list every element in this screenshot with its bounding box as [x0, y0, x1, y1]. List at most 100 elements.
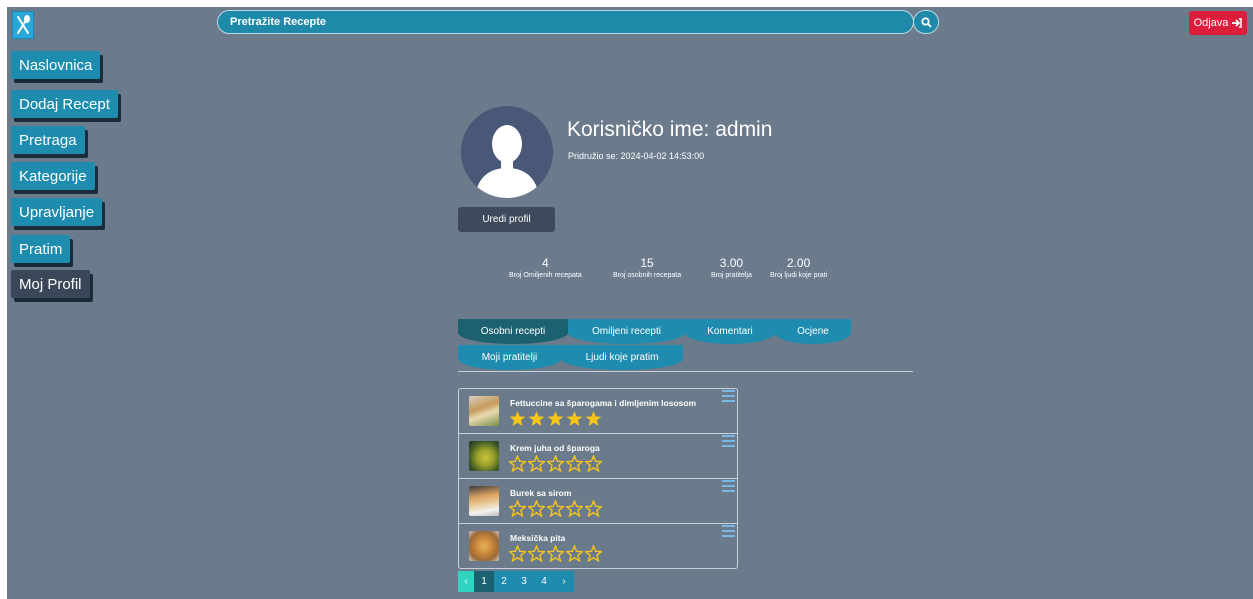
star-empty-icon[interactable]: [509, 545, 526, 562]
sidebar-item-upravljanje[interactable]: Upravljanje: [11, 198, 103, 226]
logo[interactable]: [12, 11, 34, 39]
logout-label: Odjava: [1193, 17, 1229, 29]
stat-label: Broj pratitelja: [711, 272, 752, 279]
star-empty-icon[interactable]: [547, 545, 564, 562]
stat-label: Broj osobnih recepata: [613, 272, 682, 279]
app-frame: Pretražite Recepte Odjava Naslovnica Dod…: [7, 7, 1253, 599]
list-item[interactable]: Fettuccine sa šparogama i dimljenim loso…: [459, 389, 737, 434]
sidebar-item-moj-profil[interactable]: Moj Profil: [11, 270, 90, 298]
stat-value: 2.00: [786, 256, 811, 270]
stat-favorite-recipes: 4 Broj Omiljenih recepata: [509, 256, 582, 279]
rating-stars: [509, 545, 602, 562]
tab-label: Ljudi koje pratim: [585, 352, 659, 363]
star-empty-icon[interactable]: [585, 500, 602, 517]
star-filled-icon[interactable]: [528, 410, 545, 427]
tab-komentari[interactable]: Komentari: [685, 319, 775, 344]
star-empty-icon[interactable]: [566, 455, 583, 472]
recipe-title: Meksička pita: [510, 533, 566, 543]
tab-label: Komentari: [707, 326, 753, 337]
pagination-next[interactable]: ›: [554, 571, 574, 592]
stat-following: 2.00 Broj ljudi koje prati: [770, 256, 827, 279]
recipe-title: Krem juha od šparoga: [510, 443, 600, 453]
star-empty-icon[interactable]: [585, 455, 602, 472]
recipe-thumbnail: [469, 531, 499, 561]
star-empty-icon[interactable]: [547, 455, 564, 472]
user-silhouette-icon: [475, 125, 539, 198]
sidebar-item-pratim[interactable]: Pratim: [11, 235, 71, 263]
rating-stars: [509, 500, 602, 517]
search-input[interactable]: Pretražite Recepte: [217, 10, 914, 34]
star-filled-icon[interactable]: [585, 410, 602, 427]
pagination-page[interactable]: 4: [534, 571, 554, 592]
page-title: Korisničko ime: admin: [567, 118, 773, 141]
stat-value: 4: [542, 256, 549, 270]
edit-profile-button[interactable]: Uredi profil: [458, 207, 555, 232]
sidebar-item-label: Pretraga: [19, 131, 77, 149]
search-icon: [920, 16, 932, 28]
tab-label: Moji pratitelji: [481, 352, 538, 363]
sidebar-item-naslovnica[interactable]: Naslovnica: [11, 51, 101, 79]
stat-value: 15: [640, 256, 654, 270]
menu-icon[interactable]: [722, 525, 735, 537]
stat-value: 3.00: [719, 256, 744, 270]
sidebar-item-label: Upravljanje: [19, 203, 95, 221]
star-filled-icon[interactable]: [566, 410, 583, 427]
star-empty-icon[interactable]: [585, 545, 602, 562]
menu-icon[interactable]: [722, 435, 735, 447]
list-item[interactable]: Krem juha od šparoga: [459, 434, 737, 479]
logout-button[interactable]: Odjava: [1189, 11, 1247, 35]
stat-own-recipes: 15 Broj osobnih recepata: [613, 256, 681, 279]
sign-out-icon: [1232, 18, 1243, 28]
stat-label: Broj ljudi koje prati: [770, 272, 828, 279]
star-empty-icon[interactable]: [509, 455, 526, 472]
recipe-thumbnail: [469, 441, 499, 471]
tab-omiljeni-recepti[interactable]: Omiljeni recepti: [568, 319, 685, 344]
tab-label: Osobni recepti: [480, 326, 546, 337]
star-empty-icon[interactable]: [509, 500, 526, 517]
search-button[interactable]: [913, 10, 939, 34]
star-empty-icon[interactable]: [528, 545, 545, 562]
list-item[interactable]: Burek sa sirom: [459, 479, 737, 524]
pagination-page[interactable]: 3: [514, 571, 534, 592]
recipe-thumbnail: [469, 396, 499, 426]
menu-icon[interactable]: [722, 390, 735, 402]
sidebar-item-label: Moj Profil: [19, 275, 82, 293]
stat-followers: 3.00 Broj pratitelja: [711, 256, 752, 279]
recipe-thumbnail: [469, 486, 499, 516]
sidebar-item-pretraga[interactable]: Pretraga: [11, 126, 85, 154]
edit-profile-label: Uredi profil: [482, 214, 531, 225]
menu-icon[interactable]: [722, 480, 735, 492]
joined-date: Pridružio se: 2024-04-02 14:53:00: [568, 151, 705, 161]
tab-label: Omiljeni recepti: [592, 326, 661, 337]
pagination-prev[interactable]: ‹: [458, 571, 474, 592]
tabs-divider: [458, 371, 913, 372]
star-filled-icon[interactable]: [509, 410, 526, 427]
search-placeholder: Pretražite Recepte: [230, 16, 326, 28]
pagination-page[interactable]: 1: [474, 571, 494, 592]
list-item[interactable]: Meksička pita: [459, 524, 737, 569]
sidebar-item-label: Kategorije: [19, 167, 87, 185]
avatar: [461, 106, 553, 198]
sidebar-item-label: Pratim: [19, 240, 63, 258]
tab-moji-pratitelji[interactable]: Moji pratitelji: [458, 345, 561, 370]
star-empty-icon[interactable]: [528, 500, 545, 517]
sidebar-item-dodaj-recept[interactable]: Dodaj Recept: [11, 90, 118, 118]
sidebar-item-label: Naslovnica: [19, 56, 93, 74]
recipe-title: Burek sa sirom: [510, 488, 572, 498]
tab-ocjene[interactable]: Ocjene: [775, 319, 851, 344]
tab-osobni-recepti[interactable]: Osobni recepti: [458, 319, 568, 344]
star-filled-icon[interactable]: [547, 410, 564, 427]
tab-ljudi-koje-pratim[interactable]: Ljudi koje pratim: [561, 345, 683, 370]
sidebar-item-kategorije[interactable]: Kategorije: [11, 162, 95, 190]
star-empty-icon[interactable]: [528, 455, 545, 472]
rating-stars: [509, 455, 602, 472]
star-empty-icon[interactable]: [547, 500, 564, 517]
pagination: ‹ 1 2 3 4 ›: [458, 571, 574, 592]
sidebar-item-label: Dodaj Recept: [19, 95, 110, 113]
star-empty-icon[interactable]: [566, 500, 583, 517]
pagination-page[interactable]: 2: [494, 571, 514, 592]
recipe-list: Fettuccine sa šparogama i dimljenim loso…: [458, 388, 738, 569]
stat-label: Broj Omiljenih recepata: [509, 272, 582, 279]
tab-label: Ocjene: [797, 326, 829, 337]
star-empty-icon[interactable]: [566, 545, 583, 562]
